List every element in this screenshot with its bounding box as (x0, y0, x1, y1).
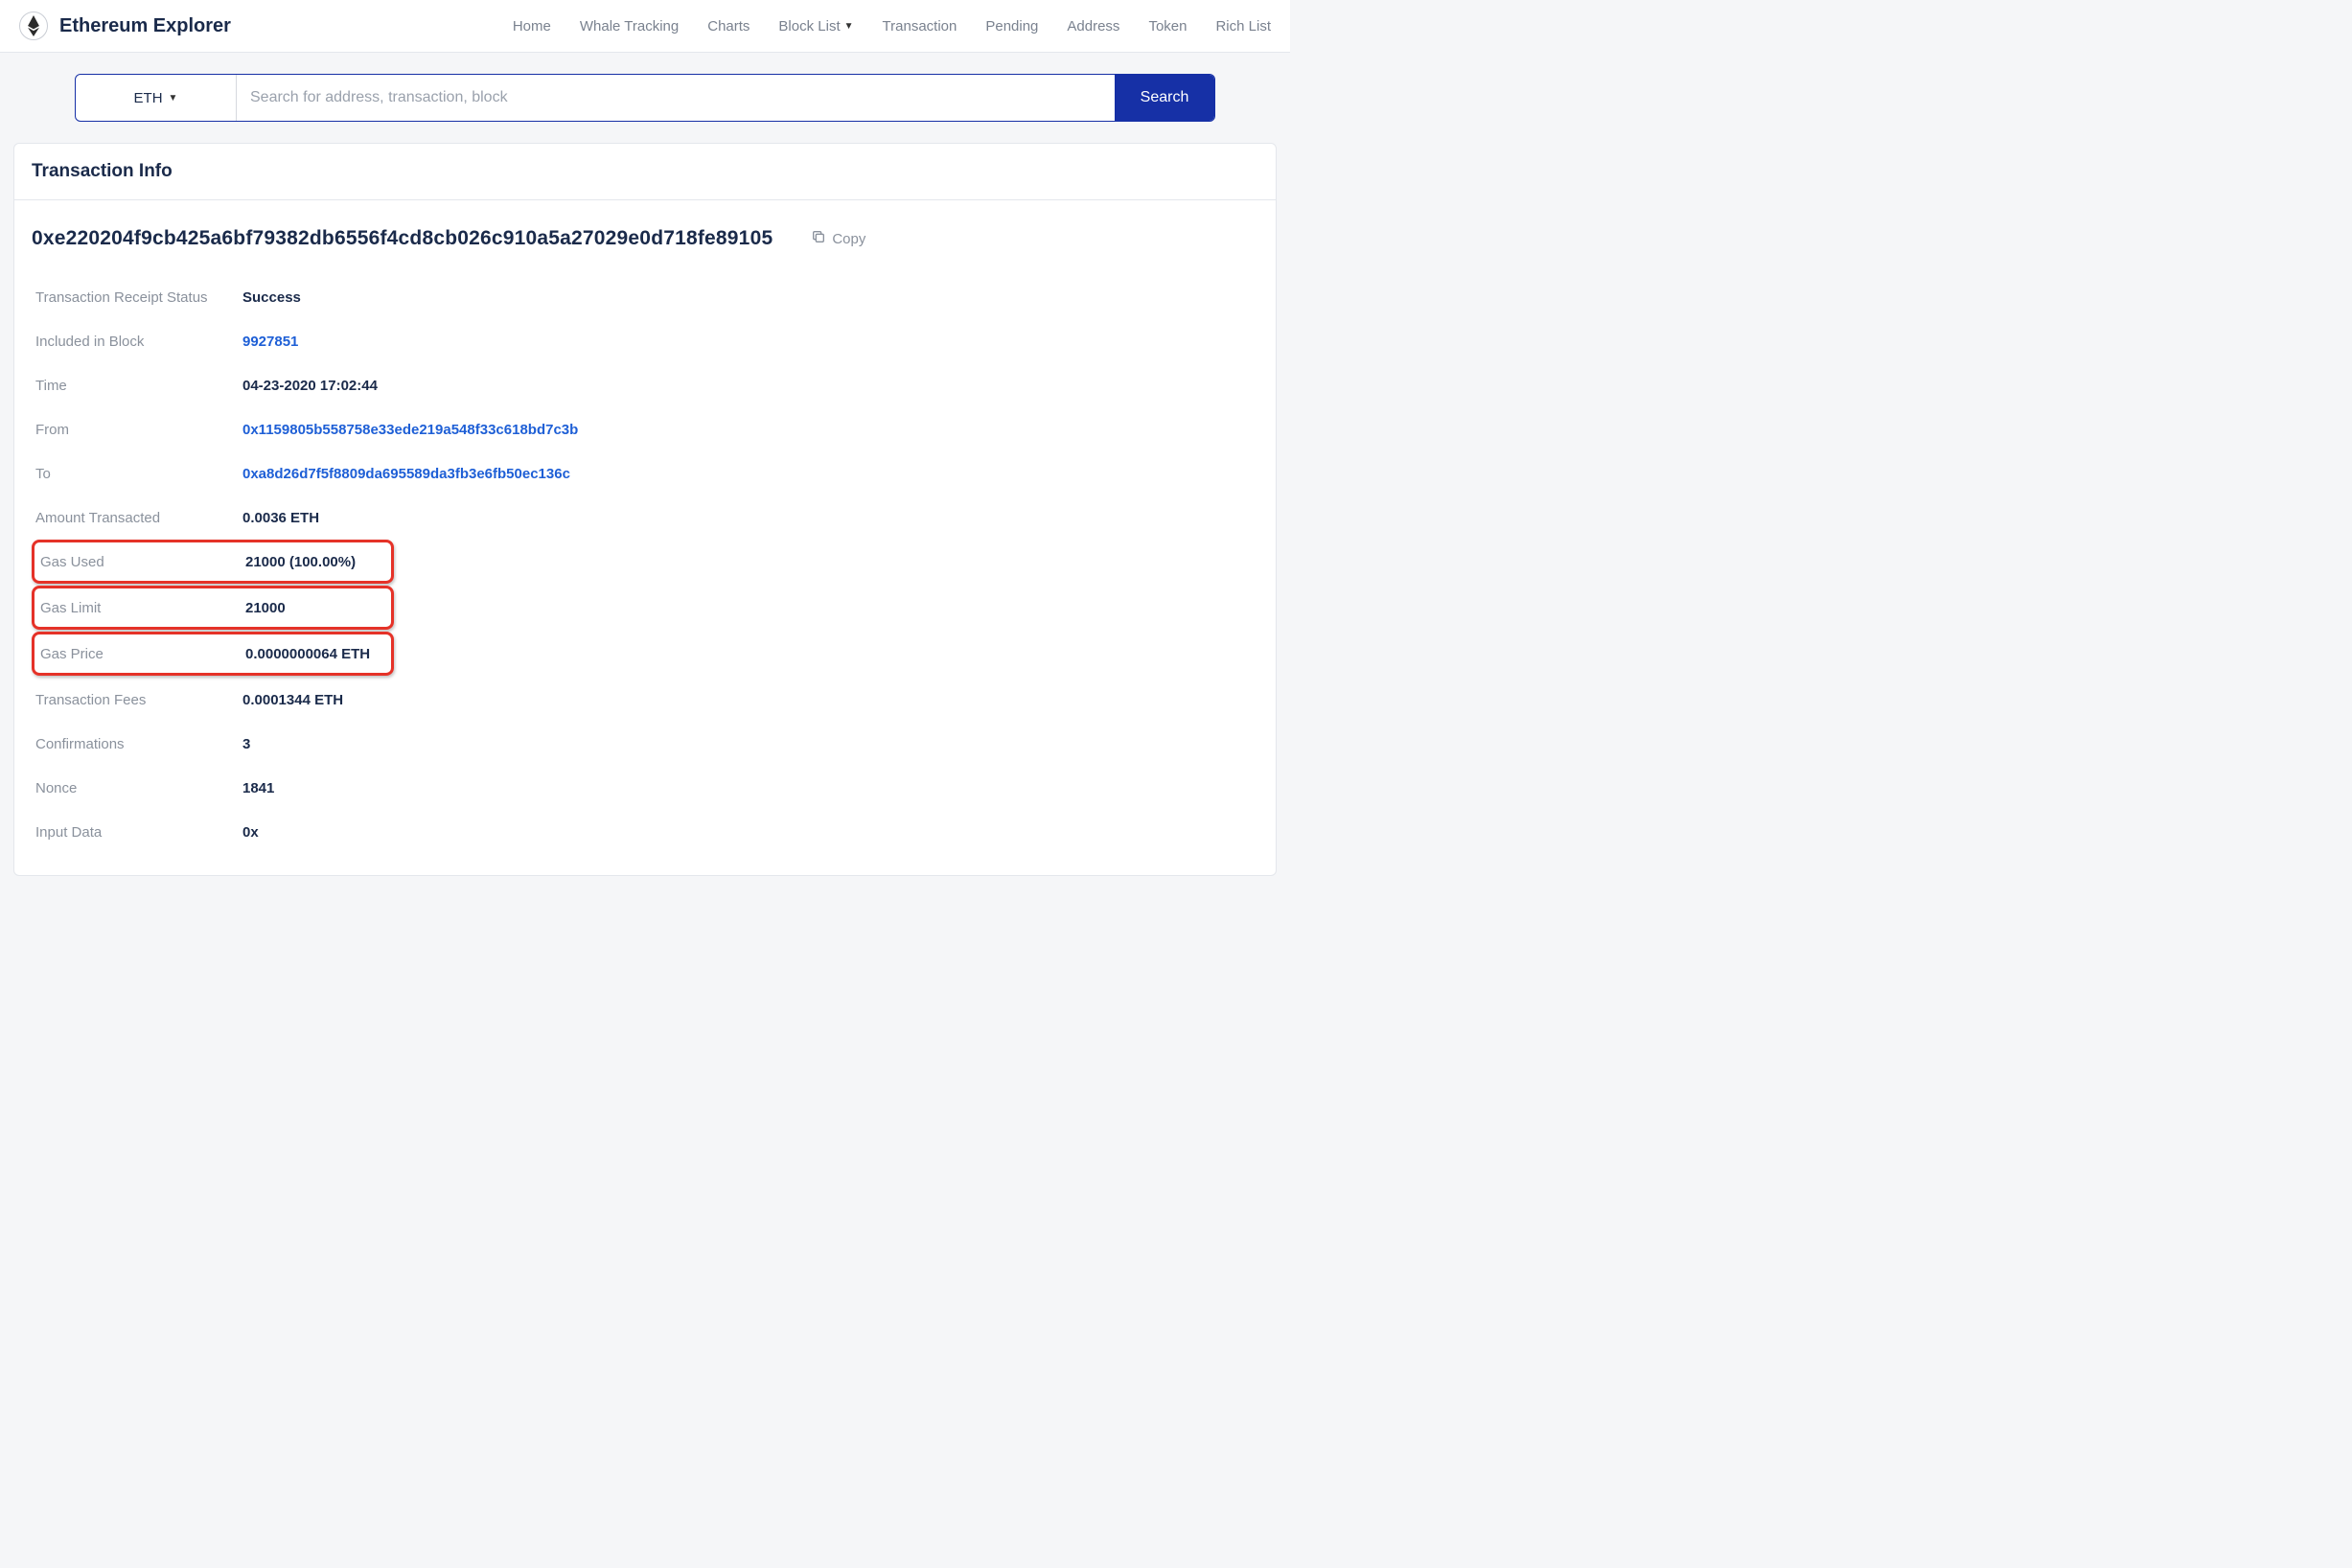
nav-home[interactable]: Home (513, 18, 551, 35)
row-fees: Transaction Fees 0.0001344 ETH (32, 678, 1258, 722)
brand[interactable]: Ethereum Explorer (19, 12, 231, 40)
value-nonce: 1841 (242, 780, 274, 796)
copy-label: Copy (832, 231, 865, 247)
row-status: Transaction Receipt Status Success (32, 275, 1258, 319)
label-gas-limit: Gas Limit (38, 600, 245, 616)
row-block: Included in Block 9927851 (32, 319, 1258, 363)
row-confirmations: Confirmations 3 (32, 722, 1258, 766)
card-title: Transaction Info (14, 144, 1276, 200)
nav-block-list[interactable]: Block List ▼ (778, 18, 853, 35)
label-gas-used: Gas Used (38, 554, 245, 570)
coin-selector-label: ETH (134, 90, 163, 106)
value-amount: 0.0036 ETH (242, 510, 319, 526)
transaction-card: Transaction Info 0xe220204f9cb425a6bf793… (13, 143, 1277, 876)
row-gas-limit: Gas Limit 21000 (32, 586, 394, 630)
copy-icon (811, 229, 826, 248)
label-status: Transaction Receipt Status (35, 289, 242, 306)
nav-block-list-label: Block List (778, 18, 840, 35)
row-nonce: Nonce 1841 (32, 766, 1258, 810)
value-input-data: 0x (242, 824, 259, 841)
copy-button[interactable]: Copy (811, 229, 865, 248)
label-gas-price: Gas Price (38, 646, 245, 662)
row-time: Time 04-23-2020 17:02:44 (32, 363, 1258, 407)
value-status: Success (242, 289, 301, 306)
label-fees: Transaction Fees (35, 692, 242, 708)
value-fees: 0.0001344 ETH (242, 692, 343, 708)
coin-selector[interactable]: ETH ▼ (76, 75, 237, 121)
value-block[interactable]: 9927851 (242, 334, 298, 350)
value-time: 04-23-2020 17:02:44 (242, 378, 378, 394)
row-gas-price: Gas Price 0.0000000064 ETH (32, 632, 394, 676)
value-gas-price: 0.0000000064 ETH (245, 646, 370, 662)
nav-rich-list[interactable]: Rich List (1215, 18, 1271, 35)
row-input-data: Input Data 0x (32, 810, 1258, 854)
search-section: ETH ▼ Search (0, 53, 1290, 143)
row-from: From 0x1159805b558758e33ede219a548f33c61… (32, 407, 1258, 451)
search-input[interactable] (237, 75, 1115, 121)
hash-row: 0xe220204f9cb425a6bf79382db6556f4cd8cb02… (14, 200, 1276, 269)
details: Transaction Receipt Status Success Inclu… (14, 269, 1276, 875)
value-from[interactable]: 0x1159805b558758e33ede219a548f33c618bd7c… (242, 422, 578, 438)
nav-charts[interactable]: Charts (707, 18, 749, 35)
label-from: From (35, 422, 242, 438)
ethereum-icon (19, 12, 48, 40)
value-gas-limit: 21000 (245, 600, 286, 616)
label-amount: Amount Transacted (35, 510, 242, 526)
transaction-hash: 0xe220204f9cb425a6bf79382db6556f4cd8cb02… (32, 227, 772, 250)
label-to: To (35, 466, 242, 482)
label-time: Time (35, 378, 242, 394)
brand-title: Ethereum Explorer (59, 15, 231, 37)
label-confirmations: Confirmations (35, 736, 242, 752)
label-block: Included in Block (35, 334, 242, 350)
value-confirmations: 3 (242, 736, 250, 752)
row-gas-used: Gas Used 21000 (100.00%) (32, 540, 394, 584)
search-button[interactable]: Search (1115, 75, 1214, 121)
main-nav: Home Whale Tracking Charts Block List ▼ … (513, 18, 1271, 35)
label-nonce: Nonce (35, 780, 242, 796)
value-gas-used: 21000 (100.00%) (245, 554, 356, 570)
row-to: To 0xa8d26d7f5f8809da695589da3fb3e6fb50e… (32, 451, 1258, 496)
nav-transaction[interactable]: Transaction (883, 18, 957, 35)
caret-down-icon: ▼ (844, 21, 854, 32)
row-amount: Amount Transacted 0.0036 ETH (32, 496, 1258, 540)
caret-down-icon: ▼ (169, 93, 178, 104)
search-bar: ETH ▼ Search (75, 74, 1215, 122)
nav-address[interactable]: Address (1067, 18, 1119, 35)
value-to[interactable]: 0xa8d26d7f5f8809da695589da3fb3e6fb50ec13… (242, 466, 570, 482)
topbar: Ethereum Explorer Home Whale Tracking Ch… (0, 0, 1290, 53)
label-input-data: Input Data (35, 824, 242, 841)
nav-token[interactable]: Token (1148, 18, 1187, 35)
nav-whale-tracking[interactable]: Whale Tracking (580, 18, 679, 35)
nav-pending[interactable]: Pending (985, 18, 1038, 35)
